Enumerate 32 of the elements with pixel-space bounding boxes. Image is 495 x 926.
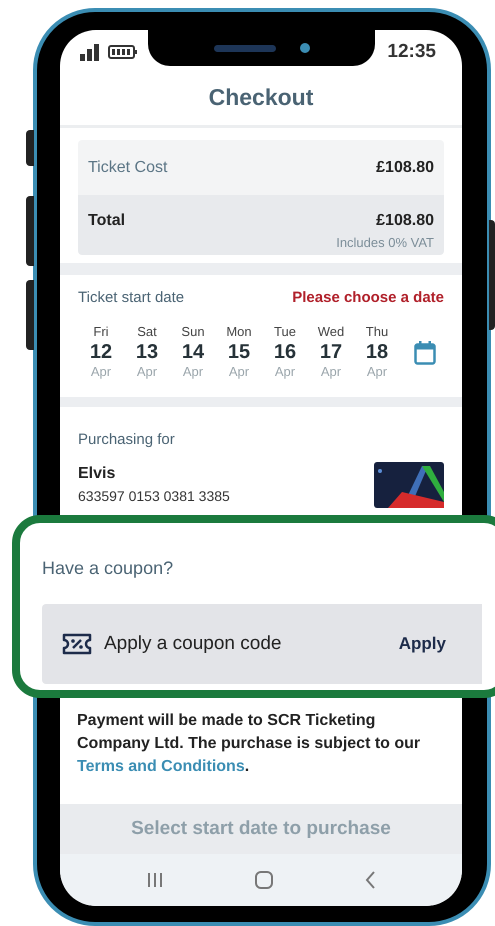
error-message: Please choose a date [292,288,444,308]
back-icon[interactable] [364,871,376,889]
date-option[interactable]: Sat 13 Apr [124,324,170,380]
coupon-icon [62,633,92,655]
home-icon[interactable] [254,871,273,889]
date-option[interactable]: Fri 12 Apr [78,324,124,380]
person-name: Elvis [78,464,116,484]
recent-apps-icon[interactable] [146,871,164,889]
coupon-heading: Have a coupon? [42,557,174,580]
section-label: Purchasing for [78,430,176,450]
status-time: 12:35 [387,40,436,64]
date-option[interactable]: Wed 17 Apr [308,324,354,380]
price-label: Ticket Cost [88,158,168,178]
date-option[interactable]: Tue 16 Apr [262,324,308,380]
battery-icon [108,45,138,59]
vat-note: Includes 0% VAT [336,234,434,252]
apply-button[interactable]: Apply [398,631,446,657]
section-label: Ticket start date [78,288,184,308]
card-number: 633597 0153 0381 3385 [78,486,230,506]
price-label: Total [88,211,126,231]
speaker-slot [214,44,276,52]
date-option[interactable]: Thu 18 Apr [354,324,400,380]
coupon-field[interactable]: Apply a coupon code Apply [42,604,482,684]
date-option[interactable]: Mon 15 Apr [216,324,262,380]
screen-title: Checkout [208,83,314,112]
price-amount: £108.80 [376,211,434,231]
payment-note: Payment will be made to SCR Ticketing Company Ltd. The purchase is subject to our Terms and Conditions. [76,711,422,777]
price-amount: £108.80 [376,158,434,178]
date-option[interactable]: Sun 14 Apr [170,324,216,380]
signal-icon [80,44,100,60]
terms-link[interactable]: Terms and Conditions [77,758,245,775]
calendar-icon[interactable] [414,340,436,364]
